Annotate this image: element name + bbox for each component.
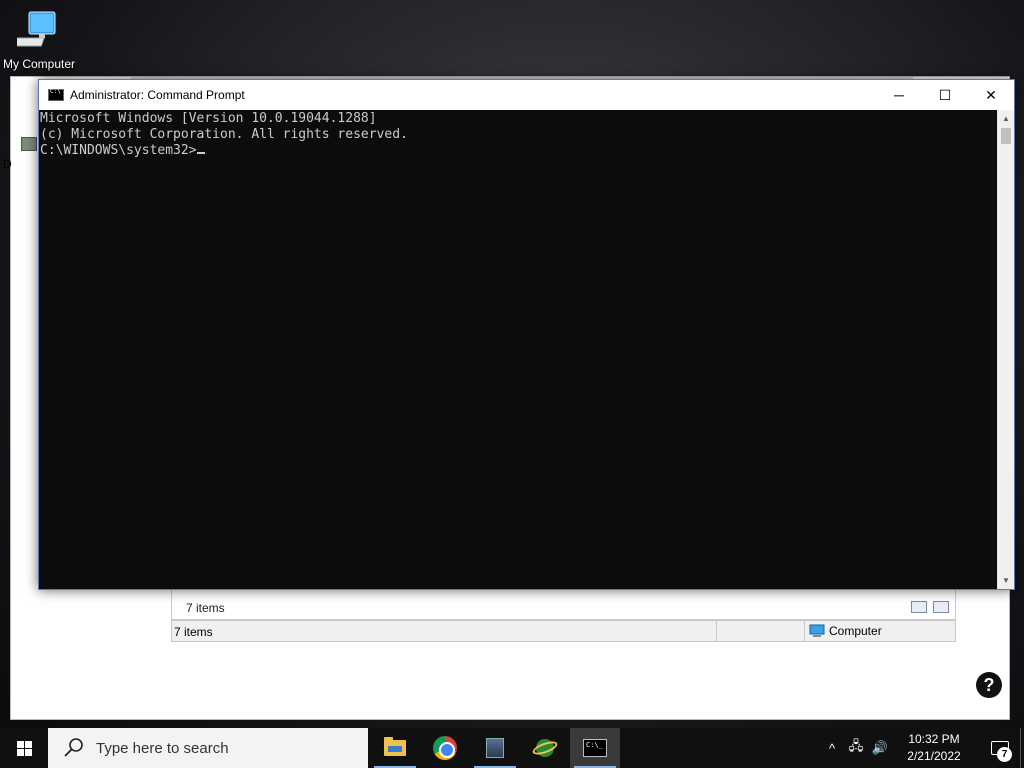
pinned-apps: [370, 728, 620, 768]
app-icon: [486, 738, 504, 758]
status-separator: [804, 621, 805, 641]
file-explorer-icon: [384, 737, 406, 756]
taskbar-internet-download[interactable]: [520, 728, 570, 768]
status-item-count: 7 items: [174, 625, 213, 639]
console-line: (c) Microsoft Corporation. All rights re…: [40, 127, 408, 142]
taskbar-chrome[interactable]: [420, 728, 470, 768]
network-icon[interactable]: 🖧: [844, 737, 868, 759]
status-separator: [716, 621, 717, 641]
taskbar: Type here to search ^ 🖧 🔊 10:32 PM 2/21/…: [0, 728, 1024, 768]
cmd-window-title: Administrator: Command Prompt: [70, 88, 245, 102]
pane-item-count: 7 items: [186, 601, 225, 615]
console-prompt: C:\WINDOWS\system32>: [40, 143, 197, 158]
explorer-sidebar-icon[interactable]: [21, 137, 37, 151]
volume-icon[interactable]: 🔊: [868, 740, 892, 756]
scroll-thumb[interactable]: [1001, 128, 1011, 144]
scroll-down-arrow-icon[interactable]: ▼: [998, 572, 1014, 589]
console-line: Microsoft Windows [Version 10.0.19044.12…: [40, 111, 377, 126]
clock-time: 10:32 PM: [908, 732, 960, 746]
my-computer-label: My Computer: [2, 57, 76, 71]
taskbar-search-box[interactable]: Type here to search: [48, 728, 368, 768]
internet-download-icon: [531, 737, 559, 759]
taskbar-file-explorer[interactable]: [370, 728, 420, 768]
start-button[interactable]: [0, 728, 48, 768]
clock-date: 2/21/2022: [907, 749, 961, 763]
taskbar-command-prompt[interactable]: [570, 728, 620, 768]
minimize-button[interactable]: ─: [876, 80, 922, 110]
system-tray: ^ 🖧 🔊 10:32 PM 2/21/2022 7: [820, 728, 1024, 768]
computer-icon: [10, 11, 56, 47]
taskbar-app[interactable]: [470, 728, 520, 768]
show-hidden-icons-chevron-icon[interactable]: ^: [820, 741, 844, 756]
notification-count-badge: 7: [997, 747, 1012, 762]
explorer-status-bar: 7 items Computer: [171, 620, 956, 642]
windows-logo-icon: [16, 740, 32, 756]
maximize-button[interactable]: ☐: [922, 80, 968, 110]
cmd-vertical-scrollbar[interactable]: ▲ ▼: [997, 110, 1014, 589]
command-prompt-icon: [583, 739, 607, 757]
search-icon: [64, 738, 83, 757]
cmd-title-bar[interactable]: Administrator: Command Prompt ─ ☐ ✕: [39, 80, 1014, 110]
scroll-up-arrow-icon[interactable]: ▲: [998, 110, 1014, 127]
details-view-icon[interactable]: [911, 601, 927, 613]
status-location-label: Computer: [829, 624, 882, 638]
command-prompt-window[interactable]: Administrator: Command Prompt ─ ☐ ✕ Micr…: [38, 79, 1015, 590]
search-placeholder: Type here to search: [96, 739, 229, 757]
status-location: Computer: [809, 624, 882, 638]
explorer-sidebar-letter: D: [3, 157, 12, 171]
console-prompt-line: C:\WINDOWS\system32>: [40, 143, 997, 159]
large-icons-view-icon[interactable]: [933, 601, 949, 613]
action-center-button[interactable]: 7: [980, 728, 1020, 768]
help-icon[interactable]: ?: [976, 672, 1002, 698]
text-cursor: [196, 152, 205, 154]
chrome-icon: [433, 736, 457, 760]
show-desktop-button[interactable]: [1020, 728, 1024, 768]
close-button[interactable]: ✕: [968, 80, 1014, 110]
my-computer-shortcut[interactable]: My Computer: [0, 8, 78, 71]
cmd-console[interactable]: Microsoft Windows [Version 10.0.19044.12…: [39, 110, 997, 589]
command-prompt-icon: [48, 88, 64, 101]
view-toggle-group: [911, 601, 949, 613]
computer-icon: [809, 624, 825, 637]
taskbar-clock[interactable]: 10:32 PM 2/21/2022: [898, 731, 970, 765]
